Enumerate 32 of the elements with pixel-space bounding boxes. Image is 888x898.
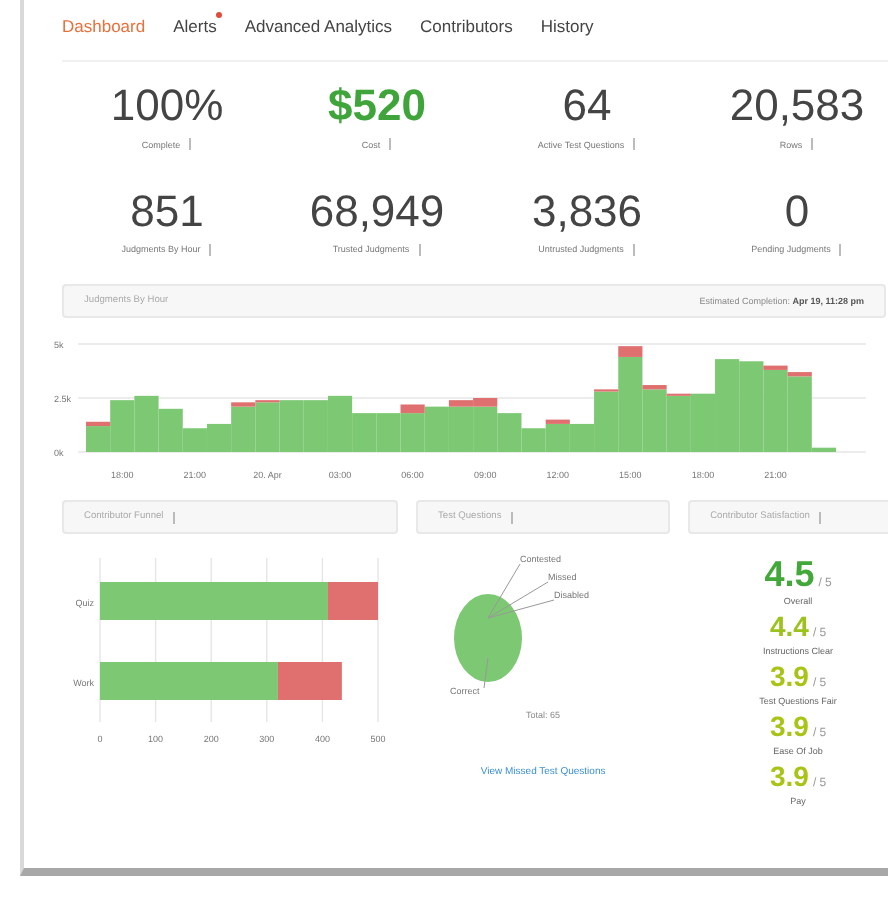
- stat-value: 3,836: [531, 185, 643, 237]
- stat-value: 64: [562, 80, 612, 132]
- pie-chart: [453, 594, 522, 682]
- info-icon[interactable]: [188, 138, 193, 150]
- info-icon[interactable]: [817, 511, 822, 523]
- bar: [303, 400, 328, 452]
- info-icon[interactable]: [838, 243, 843, 255]
- info-icon[interactable]: [509, 511, 514, 523]
- nav-tab[interactable]: History: [540, 16, 594, 38]
- rating-score: 4.5: [764, 554, 815, 594]
- info-icon[interactable]: [632, 138, 637, 150]
- info-icon[interactable]: [810, 138, 815, 150]
- info-icon[interactable]: [417, 243, 422, 255]
- leader-line: [482, 657, 488, 689]
- info-icon[interactable]: [171, 511, 176, 523]
- nav-tab[interactable]: Advanced Analytics: [244, 16, 393, 38]
- stat-value: 100%: [110, 80, 224, 132]
- info-icon[interactable]: [631, 243, 636, 255]
- rating-score: 3.9: [769, 660, 809, 694]
- info-icon[interactable]: [208, 243, 213, 255]
- nav-tab[interactable]: Contributors: [420, 16, 513, 38]
- stat-value: 20,583: [729, 80, 865, 132]
- bar: [134, 395, 159, 452]
- info-icon[interactable]: [388, 138, 393, 150]
- stat-value: 0: [784, 185, 810, 237]
- rating-score: 3.9: [769, 710, 809, 744]
- rating-score: 3.9: [769, 760, 809, 794]
- stat-value: 851: [130, 185, 204, 237]
- rating-score: 4.4: [769, 610, 809, 644]
- nav-tab[interactable]: Alerts: [173, 16, 217, 38]
- stat-value: 68,949: [309, 185, 445, 237]
- stat-value: $520: [328, 80, 426, 132]
